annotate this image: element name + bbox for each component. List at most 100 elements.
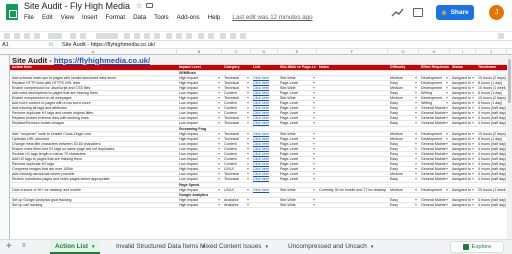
link-cell[interactable]	[253, 203, 277, 208]
dropdown-arrow-icon[interactable]	[415, 76, 417, 79]
dropdown-arrow-icon[interactable]	[415, 102, 417, 105]
dropdown-arrow-icon[interactable]	[472, 188, 474, 191]
formula-input[interactable]: Site Audit - https://flyhighmedia.co.uk/	[62, 42, 155, 48]
dropdown-arrow-icon[interactable]	[313, 117, 315, 120]
functions-icon[interactable]	[240, 33, 246, 39]
dropdown-arrow-icon[interactable]	[218, 102, 220, 105]
dropdown-arrow-icon[interactable]	[313, 132, 315, 135]
dropdown-arrow-icon[interactable]	[446, 117, 448, 120]
dropdown-arrow-icon[interactable]	[313, 112, 315, 115]
dropdown-arrow-icon[interactable]	[415, 198, 417, 201]
zoom-select[interactable]	[48, 33, 62, 39]
header-cell[interactable]: Action Item	[12, 65, 176, 70]
text-color-icon[interactable]	[154, 33, 160, 39]
menu-help[interactable]: Help	[208, 14, 221, 21]
dropdown-arrow-icon[interactable]	[313, 91, 315, 94]
star-icon[interactable]: ☆	[136, 2, 142, 10]
menu-add-ons[interactable]: Add-ons	[177, 14, 200, 21]
dropdown-arrow-icon[interactable]	[313, 76, 315, 79]
dropdown-arrow-icon[interactable]	[446, 173, 448, 176]
dropdown-arrow-icon[interactable]	[247, 188, 249, 191]
dropdown-arrow-icon[interactable]	[247, 137, 249, 140]
dropdown-arrow-icon[interactable]	[472, 142, 474, 145]
move-folder-icon[interactable]	[146, 3, 153, 8]
dropdown-arrow-icon[interactable]	[415, 96, 417, 99]
tab-menu-icon[interactable]: ▾	[371, 244, 374, 250]
dropdown-arrow-icon[interactable]	[446, 168, 448, 171]
dropdown-arrow-icon[interactable]	[472, 137, 474, 140]
menu-insert[interactable]: Insert	[82, 14, 97, 21]
dropdown-arrow-icon[interactable]	[415, 203, 417, 206]
dropdown-arrow-icon[interactable]	[446, 86, 448, 89]
comment-icon[interactable]	[413, 8, 423, 17]
dropdown-arrow-icon[interactable]	[218, 137, 220, 140]
dropdown-arrow-icon[interactable]	[247, 107, 249, 110]
print-icon[interactable]	[24, 33, 30, 39]
dropdown-arrow-icon[interactable]	[313, 122, 315, 125]
dropdown-arrow-icon[interactable]	[218, 153, 220, 155]
dropdown-arrow-icon[interactable]	[446, 178, 448, 181]
dropdown-arrow-icon[interactable]	[446, 96, 448, 99]
percent-icon[interactable]	[80, 33, 86, 39]
wrap-icon[interactable]	[208, 33, 214, 39]
font-select[interactable]	[96, 33, 118, 39]
borders-icon[interactable]	[176, 33, 182, 39]
dropdown-arrow-icon[interactable]	[446, 107, 448, 110]
dropdown-arrow-icon[interactable]	[313, 163, 315, 166]
dropdown-arrow-icon[interactable]	[313, 168, 315, 171]
dropdown-arrow-icon[interactable]	[247, 173, 249, 176]
dropdown-arrow-icon[interactable]	[313, 102, 315, 105]
header-cell[interactable]: Difficulty	[390, 65, 418, 70]
dropdown-arrow-icon[interactable]	[313, 178, 315, 181]
dropdown-arrow-icon[interactable]	[247, 198, 249, 201]
dropdown-arrow-icon[interactable]	[218, 81, 220, 84]
dropdown-arrow-icon[interactable]	[415, 142, 417, 145]
header-cell[interactable]: Link	[253, 65, 277, 70]
bold-icon[interactable]	[124, 33, 130, 39]
currency-icon[interactable]	[70, 33, 76, 39]
dropdown-arrow-icon[interactable]	[446, 91, 448, 94]
dropdown-arrow-icon[interactable]	[218, 188, 220, 191]
dropdown-arrow-icon[interactable]	[446, 158, 448, 161]
menu-tools[interactable]: Tools	[154, 14, 168, 21]
link-icon[interactable]	[220, 33, 226, 39]
dropdown-arrow-icon[interactable]	[446, 147, 448, 150]
explore-button[interactable]: Explore	[450, 241, 504, 253]
dropdown-arrow-icon[interactable]	[218, 112, 220, 115]
dropdown-arrow-icon[interactable]	[472, 96, 474, 99]
dropdown-arrow-icon[interactable]	[247, 142, 249, 145]
dropdown-arrow-icon[interactable]	[415, 91, 417, 94]
dropdown-arrow-icon[interactable]	[415, 86, 417, 89]
menu-data[interactable]: Data	[133, 14, 146, 21]
dropdown-arrow-icon[interactable]	[313, 137, 315, 140]
dropdown-arrow-icon[interactable]	[472, 76, 474, 79]
dropdown-arrow-icon[interactable]	[313, 147, 315, 150]
dropdown-arrow-icon[interactable]	[446, 102, 448, 105]
merge-icon[interactable]	[186, 33, 192, 39]
dropdown-arrow-icon[interactable]	[415, 112, 417, 115]
dropdown-arrow-icon[interactable]	[218, 198, 220, 201]
activity-trend-icon[interactable]	[391, 7, 404, 18]
dropdown-arrow-icon[interactable]	[218, 163, 220, 166]
dropdown-arrow-icon[interactable]	[472, 132, 474, 135]
avatar[interactable]: J	[489, 5, 504, 20]
header-cell[interactable]: Status	[452, 65, 475, 70]
dropdown-arrow-icon[interactable]	[218, 117, 220, 120]
dropdown-arrow-icon[interactable]	[247, 153, 249, 155]
dropdown-arrow-icon[interactable]	[415, 163, 417, 166]
dropdown-arrow-icon[interactable]	[218, 158, 220, 161]
dropdown-arrow-icon[interactable]	[472, 153, 474, 155]
sheet-tab[interactable]: Mixed Content Issues ▾	[200, 240, 268, 254]
document-title[interactable]: Site Audit - Fly High Media	[24, 1, 130, 11]
dropdown-arrow-icon[interactable]	[472, 102, 474, 105]
dropdown-arrow-icon[interactable]	[446, 122, 448, 125]
dropdown-arrow-icon[interactable]	[446, 198, 448, 201]
dropdown-arrow-icon[interactable]	[313, 203, 315, 206]
header-cell[interactable]: Timeframe	[478, 65, 506, 70]
dropdown-arrow-icon[interactable]	[472, 91, 474, 94]
dropdown-arrow-icon[interactable]	[218, 203, 220, 206]
dropdown-arrow-icon[interactable]	[247, 147, 249, 150]
scrollbar-thumb[interactable]	[508, 59, 511, 103]
dropdown-arrow-icon[interactable]	[415, 137, 417, 140]
dropdown-arrow-icon[interactable]	[415, 107, 417, 110]
